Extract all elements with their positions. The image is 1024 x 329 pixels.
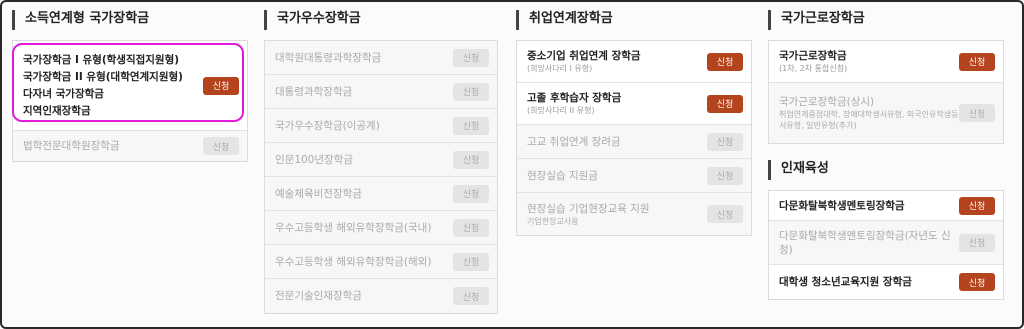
screen-frame: 소득연계형 국가장학금 국가장학금 I 유형(학생직접지원형) 국가장학금 II… bbox=[0, 0, 1024, 329]
excellence-item-label: 예술체육비전장학금 bbox=[275, 187, 362, 200]
work-item[interactable]: 국가근로장학금(상시) 취업연계중점대학, 장애대학생서유형, 외국인유학생등서… bbox=[769, 83, 1003, 143]
work-item-label: 국가근로장학금 (1차, 2차 통합신청) bbox=[779, 49, 959, 74]
excellence-item-label: 인문100년장학금 bbox=[275, 153, 354, 166]
excellence-apply-button[interactable]: 신청 bbox=[453, 82, 489, 101]
employment-item-label: 고졸 후학습자 장학금 (희망사다리 II 유형) bbox=[527, 91, 707, 116]
employment-item-title: 중소기업 취업연계 장학금 bbox=[527, 50, 641, 62]
excellence-column: 국가우수장학금 대학원대통령과학장학금 신청 대통령과학장학금 신청 국가우수장… bbox=[264, 10, 498, 314]
law-school-apply-button[interactable]: 신청 bbox=[203, 137, 239, 155]
work-list: 국가근로장학금 (1차, 2차 통합신청) 신청 국가근로장학금(상시) 취업연… bbox=[768, 40, 1004, 144]
talent-list: 다문화탈북학생멘토링장학금 신청 다문화탈북학생멘토링장학금(자년도 신청) 신… bbox=[768, 190, 1004, 300]
excellence-apply-button[interactable]: 신청 bbox=[453, 218, 489, 237]
excellence-apply-button[interactable]: 신청 bbox=[453, 116, 489, 135]
excellence-title: 국가우수장학금 bbox=[264, 10, 498, 30]
excellence-item[interactable]: 전문기술인재장학금 신청 bbox=[265, 279, 497, 313]
talent-item-label: 다문화탈북학생멘토링장학금(자년도 신청) bbox=[779, 229, 951, 256]
talent-item-label: 다문화탈북학생멘토링장학금 bbox=[779, 199, 905, 212]
excellence-item-label: 대통령과학장학금 bbox=[275, 85, 353, 98]
talent-title: 인재육성 bbox=[768, 160, 1004, 180]
work-item-sub: 취업연계중점대학, 장애대학생서유형, 외국인유학생등서유형, 일반유형(추가) bbox=[779, 110, 959, 130]
employment-item-label: 고교 취업연계 장려금 bbox=[527, 135, 621, 148]
excellence-item[interactable]: 국가우수장학금(이공계) 신청 bbox=[265, 109, 497, 143]
talent-item-label: 대학생 청소년교육지원 장학금 bbox=[779, 276, 912, 288]
excellence-list: 대학원대통령과학장학금 신청 대통령과학장학금 신청 국가우수장학금(이공계) … bbox=[264, 40, 498, 314]
excellence-item[interactable]: 인문100년장학금 신청 bbox=[265, 143, 497, 177]
talent-item[interactable]: 대학생 청소년교육지원 장학금 신청 bbox=[769, 265, 1003, 299]
employment-apply-button[interactable]: 신청 bbox=[707, 132, 743, 151]
excellence-item-label: 전문기술인재장학금 bbox=[275, 290, 362, 302]
employment-item-title: 현장실습 기업현장교육 지원 bbox=[527, 202, 650, 215]
work-apply-button[interactable]: 신청 bbox=[959, 52, 995, 71]
employment-item[interactable]: 현장실습 지원금 신청 bbox=[517, 159, 751, 193]
income-title: 소득연계형 국가장학금 bbox=[12, 10, 248, 30]
work-item-title: 국가근로장학금(상시) bbox=[779, 96, 875, 108]
talent-item[interactable]: 다문화탈북학생멘토링장학금 신청 bbox=[769, 191, 1003, 221]
employment-item[interactable]: 고졸 후학습자 장학금 (희망사다리 II 유형) 신청 bbox=[517, 83, 751, 125]
excellence-item-label: 국가우수장학금(이공계) bbox=[275, 119, 380, 132]
talent-apply-button[interactable]: 신청 bbox=[959, 233, 995, 252]
excellence-item-label: 대학원대통령과학장학금 bbox=[275, 51, 382, 64]
law-school-label: 법학전문대학원장학금 bbox=[23, 140, 120, 152]
excellence-item[interactable]: 대학원대통령과학장학금 신청 bbox=[265, 41, 497, 75]
excellence-item-label: 우수고등학생 해외유학장학금(국내) bbox=[275, 221, 432, 234]
excellence-apply-button[interactable]: 신청 bbox=[453, 150, 489, 169]
employment-item-label: 현장실습 기업현장교육 지원 기업현장교사용 bbox=[527, 202, 707, 227]
employment-item-sub: 기업현장교사용 bbox=[527, 216, 579, 226]
employment-item-label: 현장실습 지원금 bbox=[527, 169, 598, 182]
employment-title: 취업연계장학금 bbox=[516, 10, 752, 30]
excellence-item-label: 우수고등학생 해외유학장학금(해외) bbox=[275, 255, 432, 268]
work-column: 국가근로장학금 국가근로장학금 (1차, 2차 통합신청) 신청 국가근로장학금… bbox=[768, 10, 1004, 300]
employment-apply-button[interactable]: 신청 bbox=[707, 205, 743, 223]
excellence-apply-button[interactable]: 신청 bbox=[453, 184, 489, 203]
employment-apply-button[interactable]: 신청 bbox=[707, 166, 743, 185]
employment-item[interactable]: 중소기업 취업연계 장학금 (희망사다리 I 유형) 신청 bbox=[517, 41, 751, 83]
talent-item[interactable]: 다문화탈북학생멘토링장학금(자년도 신청) 신청 bbox=[769, 221, 1003, 265]
talent-apply-button[interactable]: 신청 bbox=[959, 273, 995, 291]
work-title: 국가근로장학금 bbox=[768, 10, 1004, 30]
work-item-label: 국가근로장학금(상시) 취업연계중점대학, 장애대학생서유형, 외국인유학생등서… bbox=[779, 95, 959, 131]
employment-item-sub: (희망사다리 II 유형) bbox=[527, 106, 595, 115]
talent-apply-button[interactable]: 신청 bbox=[959, 196, 995, 215]
highlight-outline bbox=[12, 43, 244, 122]
employment-column: 취업연계장학금 중소기업 취업연계 장학금 (희망사다리 I 유형) 신청 고졸… bbox=[516, 10, 752, 236]
excellence-item[interactable]: 대통령과학장학금 신청 bbox=[265, 75, 497, 109]
employment-list: 중소기업 취업연계 장학금 (희망사다리 I 유형) 신청 고졸 후학습자 장학… bbox=[516, 40, 752, 236]
excellence-item[interactable]: 우수고등학생 해외유학장학금(해외) 신청 bbox=[265, 245, 497, 279]
work-apply-button[interactable]: 신청 bbox=[959, 104, 995, 122]
work-item-title: 국가근로장학금 bbox=[779, 50, 847, 62]
work-item[interactable]: 국가근로장학금 (1차, 2차 통합신청) 신청 bbox=[769, 41, 1003, 83]
employment-apply-button[interactable]: 신청 bbox=[707, 94, 743, 113]
employment-item-label: 중소기업 취업연계 장학금 (희망사다리 I 유형) bbox=[527, 49, 707, 74]
work-item-sub: (1차, 2차 통합신청) bbox=[779, 64, 848, 73]
employment-item[interactable]: 현장실습 기업현장교육 지원 기업현장교사용 신청 bbox=[517, 193, 751, 235]
employment-item-title: 고졸 후학습자 장학금 bbox=[527, 92, 622, 104]
excellence-apply-button[interactable]: 신청 bbox=[453, 48, 489, 67]
excellence-apply-button[interactable]: 신청 bbox=[453, 287, 489, 305]
excellence-apply-button[interactable]: 신청 bbox=[453, 252, 489, 271]
law-school-item[interactable]: 법학전문대학원장학금 신청 bbox=[13, 131, 247, 161]
excellence-item[interactable]: 우수고등학생 해외유학장학금(국내) 신청 bbox=[265, 211, 497, 245]
excellence-item[interactable]: 예술체육비전장학금 신청 bbox=[265, 177, 497, 211]
employment-item[interactable]: 고교 취업연계 장려금 신청 bbox=[517, 125, 751, 159]
employment-item-sub: (희망사다리 I 유형) bbox=[527, 64, 593, 73]
employment-apply-button[interactable]: 신청 bbox=[707, 52, 743, 71]
